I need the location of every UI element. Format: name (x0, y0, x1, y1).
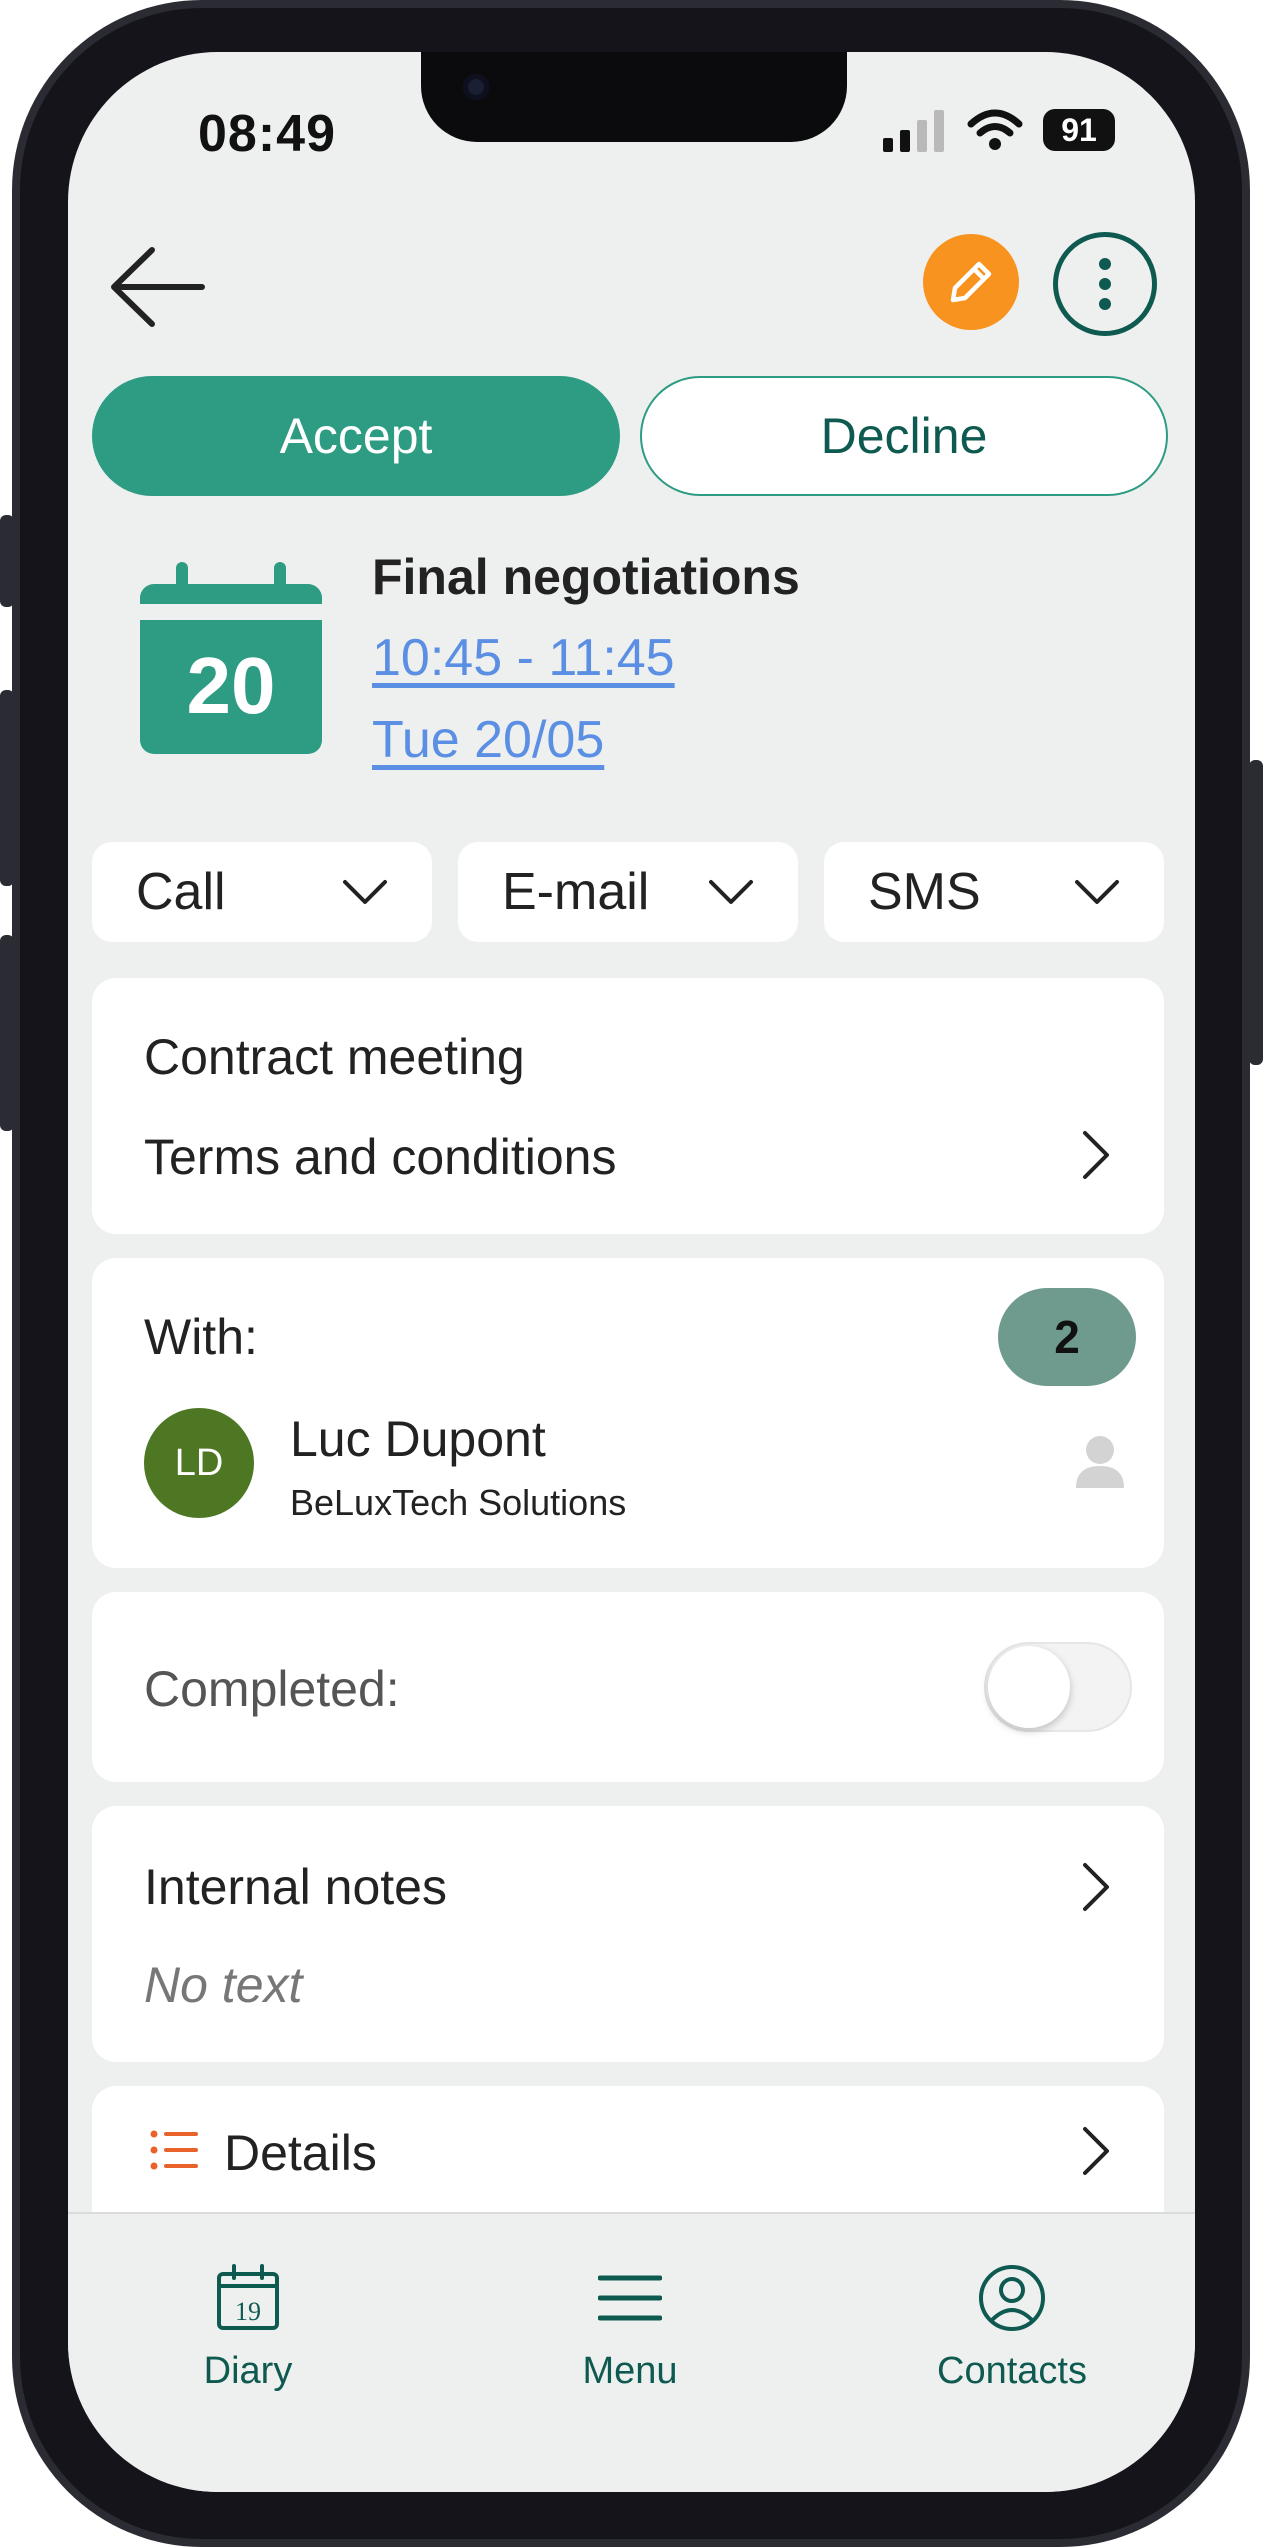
side-button-volume-up (0, 690, 14, 886)
more-vertical-icon (1099, 258, 1111, 310)
tab-contacts-label: Contacts (937, 2350, 1087, 2392)
edit-button[interactable] (923, 234, 1019, 330)
sms-label: SMS (868, 863, 981, 921)
toggle-knob (988, 1646, 1070, 1728)
battery-icon: 91 (1043, 109, 1115, 151)
accept-button[interactable]: Accept (92, 376, 620, 496)
notch (421, 52, 847, 142)
call-dropdown[interactable]: Call (92, 842, 432, 942)
sms-dropdown[interactable]: SMS (824, 842, 1164, 942)
side-button-mute (0, 515, 14, 607)
meeting-type: Contract meeting (144, 1029, 525, 1085)
chevron-right-icon (1083, 1131, 1109, 1179)
list-icon (150, 2130, 198, 2170)
event-date-link[interactable]: Tue 20/05 (372, 710, 604, 770)
tab-contacts[interactable]: Contacts (882, 2264, 1142, 2393)
arrow-left-icon (111, 247, 205, 327)
call-label: Call (136, 863, 226, 921)
menu-icon (598, 2275, 662, 2321)
chevron-down-icon (709, 880, 753, 904)
event-time-link[interactable]: 10:45 - 11:45 (372, 628, 675, 688)
internal-notes-card[interactable]: Internal notes No text (92, 1806, 1164, 2062)
user-circle-icon (979, 2265, 1045, 2331)
email-dropdown[interactable]: E-mail (458, 842, 798, 942)
email-label: E-mail (502, 863, 650, 921)
chevron-right-icon (1083, 1863, 1109, 1911)
meeting-topic: Terms and conditions (144, 1129, 617, 1185)
calendar-icon-text: 19 (235, 2297, 261, 2326)
participants-card: With: 2 LD Luc Dupont BeLuxTech Solution… (92, 1258, 1164, 1568)
subject-card[interactable]: Contract meeting Terms and conditions (92, 978, 1164, 1234)
status-time: 08:49 (198, 105, 336, 163)
side-button-volume-down (0, 935, 14, 1131)
status-icons: 91 (883, 108, 1115, 152)
calendar-icon: 19 (217, 2264, 279, 2330)
calendar-day: 20 (186, 641, 276, 730)
chevron-right-icon (1083, 2127, 1109, 2175)
completed-label: Completed: (144, 1661, 400, 1717)
chevron-down-icon (1075, 880, 1119, 904)
back-button[interactable] (106, 242, 206, 332)
signal-icon (883, 110, 944, 152)
side-button-power (1249, 760, 1263, 1065)
with-label: With: (144, 1309, 258, 1365)
completed-card: Completed: (92, 1592, 1164, 1782)
more-options-button[interactable] (1053, 232, 1157, 336)
wifi-icon (967, 109, 1023, 150)
notes-title: Internal notes (144, 1859, 447, 1915)
camera-icon (463, 74, 489, 100)
participant-company: BeLuxTech Solutions (290, 1482, 627, 1523)
participant-count-badge[interactable]: 2 (998, 1288, 1136, 1386)
tab-menu[interactable]: Menu (500, 2264, 760, 2393)
participant-name[interactable]: Luc Dupont (290, 1410, 546, 1468)
details-title: Details (224, 2125, 377, 2181)
notes-value: No text (144, 1957, 303, 2013)
completed-toggle[interactable] (984, 1642, 1132, 1732)
decline-button[interactable]: Decline (640, 376, 1168, 496)
pencil-icon (950, 261, 992, 303)
event-title: Final negotiations (372, 549, 800, 605)
avatar[interactable]: LD (144, 1408, 254, 1518)
tab-diary-label: Diary (203, 2350, 293, 2392)
person-icon[interactable] (1074, 1434, 1126, 1490)
tab-menu-label: Menu (582, 2350, 678, 2392)
app-screen: 08:49 91 Accept Decline 20 Final negotia… (68, 52, 1195, 2492)
chevron-down-icon (343, 880, 387, 904)
bottom-tab-bar: 19 Diary Menu Contacts (68, 2212, 1195, 2492)
tab-diary[interactable]: 19 Diary (118, 2264, 378, 2393)
